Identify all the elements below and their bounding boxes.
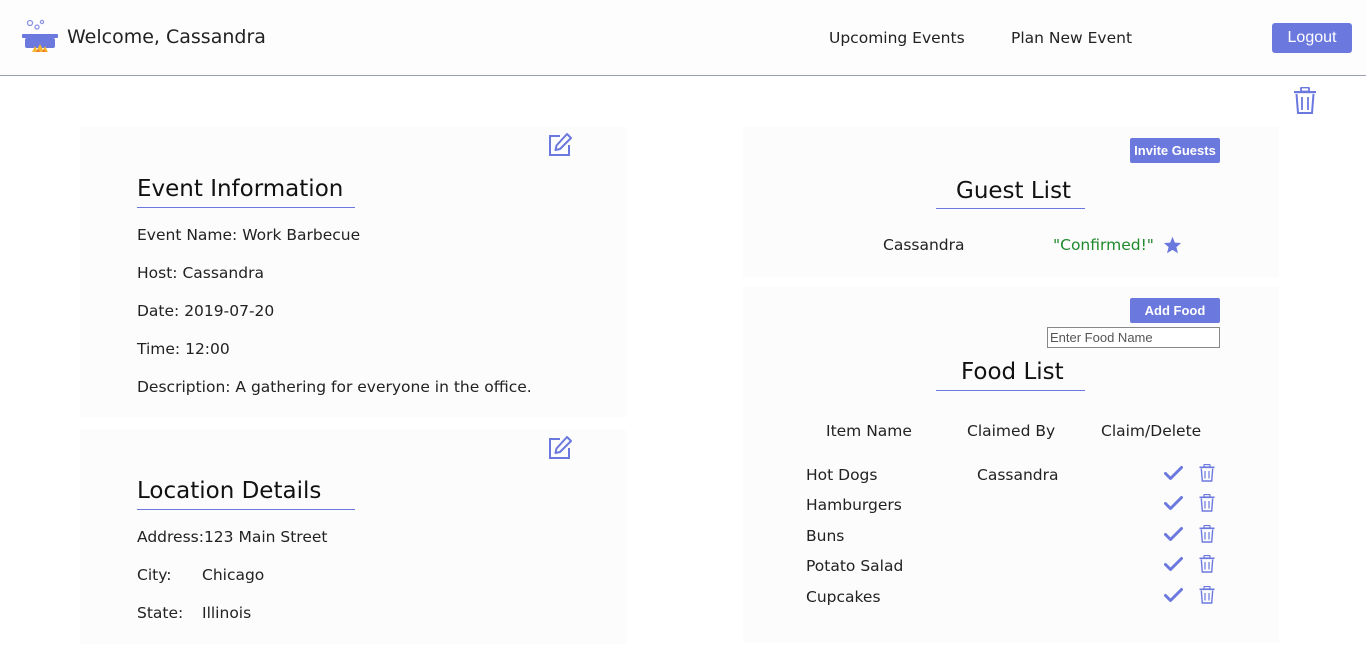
edit-event-icon[interactable] bbox=[547, 132, 573, 158]
column-header-claimed-by: Claimed By bbox=[967, 422, 1056, 440]
delete-food-trash-icon[interactable] bbox=[1199, 464, 1215, 482]
add-food-button[interactable]: Add Food bbox=[1130, 298, 1220, 323]
cooking-pot-logo-icon bbox=[22, 19, 58, 52]
event-description-line: Description: A gathering for everyone in… bbox=[137, 378, 532, 396]
delete-food-trash-icon[interactable] bbox=[1199, 586, 1215, 604]
food-item-name: Cupcakes bbox=[806, 588, 881, 606]
claim-check-icon[interactable] bbox=[1164, 556, 1183, 572]
food-claimed-by: Cassandra bbox=[977, 466, 1059, 484]
guest-status: "Confirmed!" bbox=[1053, 236, 1154, 254]
food-item-name: Hot Dogs bbox=[806, 466, 878, 484]
claim-check-icon[interactable] bbox=[1164, 526, 1183, 542]
food-item-name: Hamburgers bbox=[806, 496, 902, 514]
navbar: Welcome, Cassandra Upcoming Events Plan … bbox=[0, 0, 1366, 76]
food-name-input[interactable] bbox=[1047, 327, 1220, 348]
delete-food-trash-icon[interactable] bbox=[1199, 494, 1215, 512]
delete-food-trash-icon[interactable] bbox=[1199, 555, 1215, 573]
star-icon bbox=[1163, 236, 1182, 254]
column-header-claim-delete: Claim/Delete bbox=[1101, 422, 1202, 440]
location-details-title: Location Details bbox=[137, 478, 322, 504]
delete-event-trash-icon[interactable] bbox=[1293, 87, 1317, 115]
event-information-title: Event Information bbox=[137, 176, 344, 202]
delete-food-trash-icon[interactable] bbox=[1199, 525, 1215, 543]
event-name-line: Event Name: Work Barbecue bbox=[137, 226, 361, 244]
column-header-item-name: Item Name bbox=[826, 422, 912, 440]
edit-location-icon[interactable] bbox=[547, 435, 573, 461]
city-value: Chicago bbox=[202, 566, 265, 584]
state-value: Illinois bbox=[202, 604, 252, 622]
event-title-underline bbox=[137, 207, 355, 208]
claim-check-icon[interactable] bbox=[1164, 587, 1183, 603]
invite-guests-button[interactable]: Invite Guests bbox=[1130, 138, 1220, 163]
food-title-underline bbox=[936, 390, 1085, 391]
guest-name: Cassandra bbox=[883, 236, 965, 254]
food-item-name: Potato Salad bbox=[806, 557, 904, 575]
address-line: Address:123 Main Street bbox=[137, 528, 328, 546]
location-title-underline bbox=[137, 509, 355, 510]
guest-title-underline bbox=[936, 208, 1085, 209]
event-time-line: Time: 12:00 bbox=[137, 340, 230, 358]
nav-upcoming-events[interactable]: Upcoming Events bbox=[829, 29, 965, 47]
guest-list-title: Guest List bbox=[956, 178, 1072, 204]
logout-button[interactable]: Logout bbox=[1272, 23, 1352, 53]
food-item-name: Buns bbox=[806, 527, 845, 545]
city-label: City: bbox=[137, 566, 172, 584]
food-list-title: Food List bbox=[961, 359, 1064, 385]
claim-check-icon[interactable] bbox=[1164, 495, 1183, 511]
event-host-line: Host: Cassandra bbox=[137, 264, 264, 282]
claim-check-icon[interactable] bbox=[1164, 465, 1183, 481]
welcome-message: Welcome, Cassandra bbox=[67, 26, 266, 48]
event-date-line: Date: 2019-07-20 bbox=[137, 302, 275, 320]
state-label: State: bbox=[137, 604, 184, 622]
nav-plan-new-event[interactable]: Plan New Event bbox=[1011, 29, 1132, 47]
